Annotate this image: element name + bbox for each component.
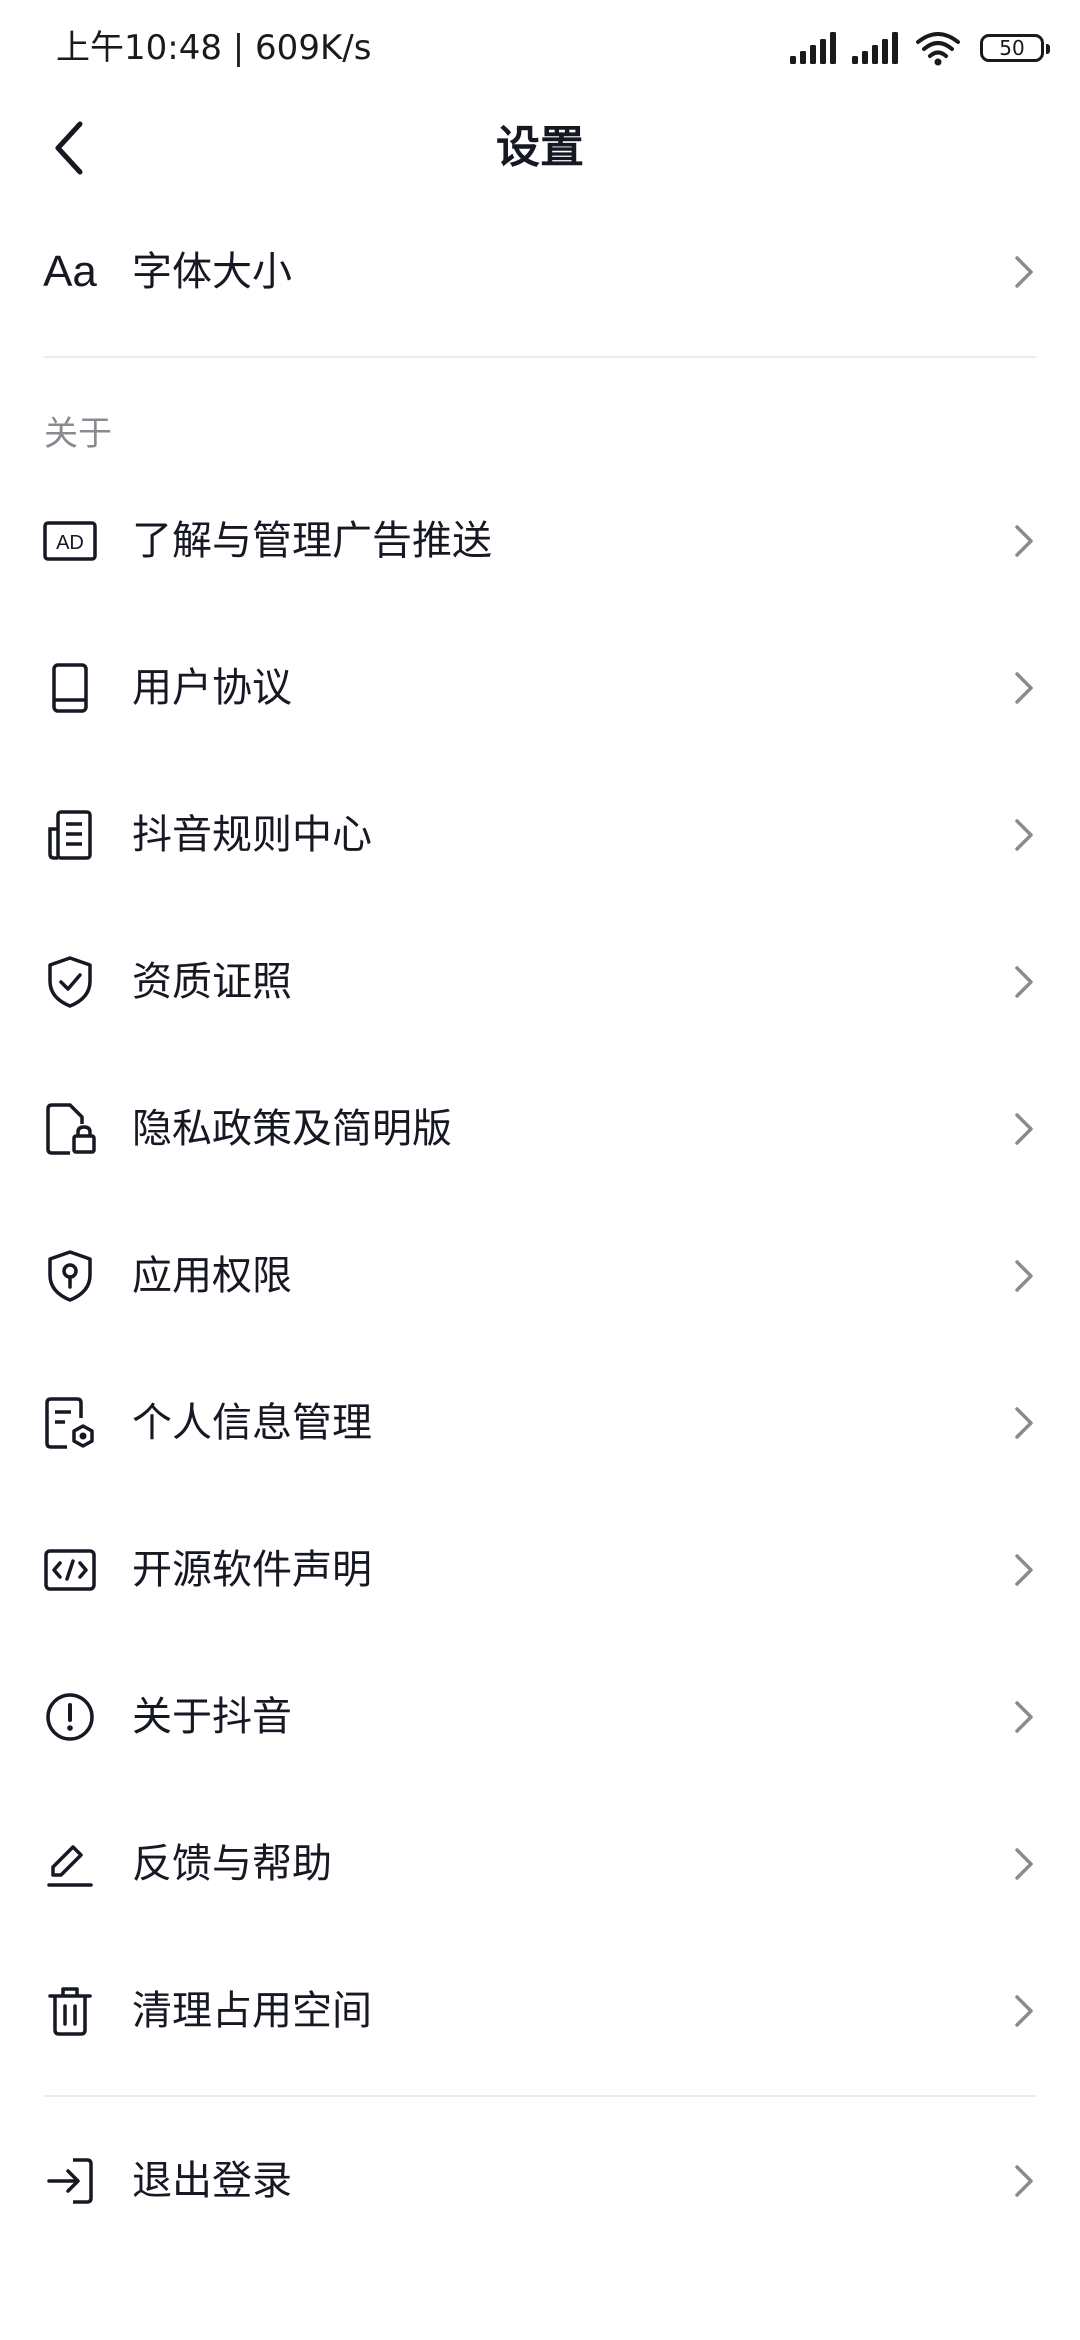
back-button[interactable] [32,110,108,186]
svg-text:AD: AD [56,532,84,554]
row-feedback[interactable]: 反馈与帮助 [0,1804,1080,1924]
row-label: 反馈与帮助 [132,1841,332,1887]
page-title: 设置 [496,122,584,173]
row-label: 抖音规则中心 [132,812,372,858]
ad-icon: AD [40,511,100,571]
chevron-right-icon [1012,1993,1036,2029]
chevron-right-icon [1012,523,1036,559]
row-label: 了解与管理广告推送 [132,518,492,564]
row-clear-storage[interactable]: 清理占用空间 [0,1951,1080,2071]
shield-key-icon [40,1246,100,1306]
row-label: 应用权限 [132,1253,292,1299]
row-about[interactable]: 关于抖音 [0,1657,1080,1777]
row-personal-info[interactable]: 个人信息管理 [0,1363,1080,1483]
document-gear-icon [40,1393,100,1453]
row-label: 资质证照 [132,959,292,1005]
signal-icon-2 [852,32,902,64]
document-list-icon [40,805,100,865]
chevron-right-icon [1012,2163,1036,2199]
row-label: 字体大小 [132,249,292,295]
chevron-right-icon [1012,1258,1036,1294]
row-label: 用户协议 [132,665,292,711]
row-logout[interactable]: 退出登录 [0,2121,1080,2241]
trash-icon [40,1981,100,2041]
battery-icon: 50 [980,34,1050,62]
chevron-right-icon [1012,1699,1036,1735]
row-rules-center[interactable]: 抖音规则中心 [0,775,1080,895]
status-icons: 50 [790,28,1050,68]
status-time: 上午10:48 | 609K/s [56,28,372,68]
row-label: 关于抖音 [132,1694,292,1740]
chevron-right-icon [1012,964,1036,1000]
divider [44,2095,1036,2097]
row-label: 开源软件声明 [132,1547,372,1593]
row-ad-management[interactable]: AD 了解与管理广告推送 [0,481,1080,601]
row-label: 退出登录 [132,2158,292,2204]
row-app-permissions[interactable]: 应用权限 [0,1216,1080,1336]
row-qualifications[interactable]: 资质证照 [0,922,1080,1042]
pencil-icon [40,1834,100,1894]
nav-bar: 设置 [0,96,1080,200]
chevron-left-icon [52,120,88,176]
divider [44,356,1036,358]
font-size-icon: Aa [43,247,97,296]
logout-icon [40,2151,100,2211]
battery-level: 50 [999,36,1025,60]
wifi-icon [914,30,962,66]
document-lock-icon [40,1099,100,1159]
info-icon [40,1687,100,1747]
section-label-about: 关于 [44,414,112,454]
row-open-source[interactable]: 开源软件声明 [0,1510,1080,1630]
chevron-right-icon [1012,817,1036,853]
chevron-right-icon [1012,1111,1036,1147]
status-bar: 上午10:48 | 609K/s 50 [0,0,1080,96]
row-font-size[interactable]: Aa 字体大小 [0,212,1080,332]
chevron-right-icon [1012,1552,1036,1588]
row-label: 隐私政策及简明版 [132,1106,452,1152]
row-privacy-policy[interactable]: 隐私政策及简明版 [0,1069,1080,1189]
code-icon [40,1540,100,1600]
book-icon [40,658,100,718]
chevron-right-icon [1012,1405,1036,1441]
signal-icon [790,32,840,64]
row-label: 清理占用空间 [132,1988,372,2034]
row-label: 个人信息管理 [132,1400,372,1446]
shield-check-icon [40,952,100,1012]
chevron-right-icon [1012,1846,1036,1882]
chevron-right-icon [1012,254,1036,290]
chevron-right-icon [1012,670,1036,706]
row-user-agreement[interactable]: 用户协议 [0,628,1080,748]
